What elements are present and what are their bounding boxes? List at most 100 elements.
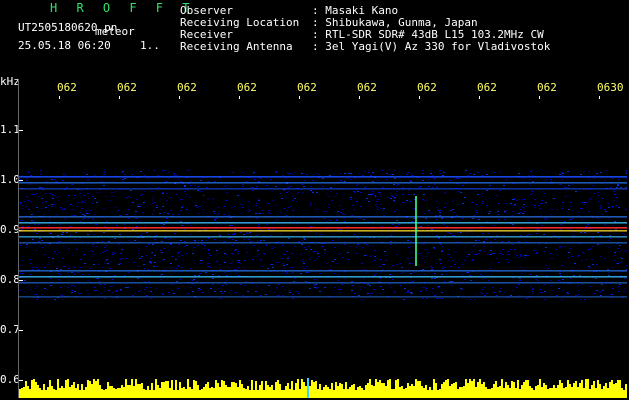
noise-speck bbox=[531, 291, 533, 292]
noise-speck bbox=[371, 261, 373, 262]
spectrum-bar bbox=[305, 386, 307, 398]
noise-speck bbox=[371, 293, 373, 294]
noise-speck bbox=[283, 289, 285, 290]
noise-speck bbox=[367, 170, 369, 171]
spectrum-bar bbox=[415, 379, 417, 398]
noise-speck bbox=[307, 272, 309, 273]
noise-speck bbox=[94, 247, 96, 248]
noise-speck bbox=[478, 219, 480, 220]
noise-speck bbox=[239, 204, 241, 205]
noise-speck bbox=[332, 240, 334, 241]
noise-speck bbox=[90, 250, 92, 251]
noise-speck bbox=[625, 187, 627, 188]
noise-speck bbox=[590, 248, 592, 249]
spectrum-bar bbox=[19, 389, 21, 398]
noise-speck bbox=[535, 264, 537, 265]
noise-speck bbox=[568, 252, 570, 253]
noise-speck bbox=[394, 197, 396, 198]
noise-speck bbox=[577, 212, 579, 213]
noise-speck bbox=[240, 232, 242, 233]
noise-speck bbox=[625, 209, 627, 210]
spectrum-bar bbox=[625, 384, 627, 398]
noise-speck bbox=[208, 250, 210, 251]
signal-line bbox=[19, 176, 627, 178]
noise-speck bbox=[554, 235, 556, 236]
noise-speck bbox=[311, 191, 313, 192]
spectrum-bar bbox=[579, 383, 581, 398]
noise-speck bbox=[485, 239, 487, 240]
noise-speck bbox=[492, 253, 494, 254]
spectrum-bar bbox=[489, 389, 491, 398]
noise-speck bbox=[619, 284, 621, 285]
noise-speck bbox=[209, 255, 211, 256]
noise-speck bbox=[106, 245, 108, 246]
noise-speck bbox=[72, 255, 74, 256]
noise-speck bbox=[594, 293, 596, 294]
noise-speck bbox=[544, 299, 546, 300]
noise-speck bbox=[555, 191, 557, 192]
noise-speck bbox=[82, 219, 84, 220]
noise-speck bbox=[94, 175, 96, 176]
signal-line bbox=[19, 276, 627, 278]
noise-speck bbox=[173, 174, 175, 175]
noise-speck bbox=[219, 240, 221, 241]
spectrum-bar bbox=[285, 386, 287, 398]
noise-speck bbox=[449, 281, 451, 282]
noise-speck bbox=[522, 207, 524, 208]
noise-speck bbox=[45, 193, 47, 194]
noise-speck bbox=[184, 185, 186, 186]
spectrum-bar bbox=[623, 390, 625, 398]
noise-speck bbox=[407, 295, 409, 296]
noise-speck bbox=[294, 246, 296, 247]
noise-speck bbox=[60, 280, 62, 281]
noise-speck bbox=[431, 267, 433, 268]
noise-speck bbox=[583, 253, 585, 254]
noise-speck bbox=[196, 251, 198, 252]
noise-speck bbox=[443, 267, 445, 268]
noise-speck bbox=[417, 187, 419, 188]
noise-speck bbox=[424, 262, 426, 263]
noise-speck bbox=[613, 191, 615, 192]
spectrum-bar bbox=[117, 388, 119, 398]
noise-speck bbox=[314, 287, 316, 288]
noise-speck bbox=[540, 203, 542, 204]
noise-speck bbox=[255, 256, 257, 257]
noise-speck bbox=[232, 239, 234, 240]
noise-speck bbox=[205, 240, 207, 241]
noise-speck bbox=[272, 200, 274, 201]
noise-speck bbox=[436, 207, 438, 208]
spectrum-bar bbox=[371, 385, 373, 398]
noise-speck bbox=[272, 260, 274, 261]
noise-speck bbox=[612, 288, 614, 289]
spectrum-bar bbox=[35, 382, 37, 398]
noise-speck bbox=[488, 213, 490, 214]
noise-speck bbox=[271, 246, 273, 247]
noise-speck bbox=[260, 240, 262, 241]
noise-speck bbox=[618, 291, 620, 292]
noise-speck bbox=[529, 179, 531, 180]
spectrum-bar bbox=[245, 389, 247, 398]
noise-speck bbox=[44, 288, 46, 289]
noise-speck bbox=[585, 226, 587, 227]
noise-speck bbox=[476, 254, 478, 255]
noise-speck bbox=[227, 267, 229, 268]
noise-speck bbox=[214, 291, 216, 292]
spectrum-bar bbox=[31, 380, 33, 398]
noise-speck bbox=[26, 287, 28, 288]
noise-speck bbox=[531, 204, 533, 205]
noise-speck bbox=[282, 273, 284, 274]
noise-speck bbox=[330, 187, 332, 188]
noise-speck bbox=[180, 221, 182, 222]
spectrum-bar bbox=[71, 385, 73, 398]
noise-speck bbox=[433, 178, 435, 179]
noise-speck bbox=[623, 291, 625, 292]
noise-speck bbox=[50, 184, 52, 185]
noise-speck bbox=[25, 247, 27, 248]
noise-speck bbox=[476, 253, 478, 254]
noise-speck bbox=[615, 205, 617, 206]
noise-speck bbox=[160, 279, 162, 280]
noise-speck bbox=[380, 204, 382, 205]
noise-speck bbox=[104, 226, 106, 227]
noise-speck bbox=[626, 250, 627, 251]
noise-speck bbox=[518, 173, 520, 174]
